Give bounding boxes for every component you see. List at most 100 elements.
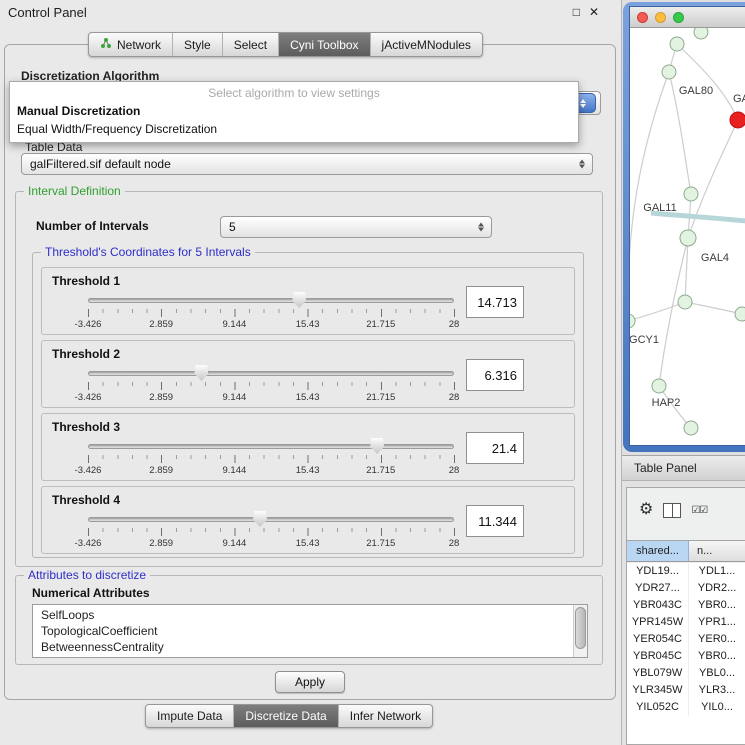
node-label: GCY1 (630, 334, 659, 346)
list-scrollbar[interactable] (573, 605, 587, 657)
cell[interactable]: YER054C (627, 631, 689, 648)
apply-button[interactable]: Apply (275, 671, 345, 693)
network-node[interactable] (684, 421, 698, 435)
tab-discretize-data[interactable]: Discretize Data (233, 705, 337, 727)
cell[interactable]: YIL0... (689, 699, 745, 716)
tab-jactivemnodules[interactable]: jActiveMNodules (370, 33, 482, 56)
select-columns-icon[interactable] (663, 503, 681, 518)
cell[interactable]: YIL052C (627, 699, 689, 716)
table-row[interactable]: YBL079WYBL0... (627, 665, 745, 682)
slider-scale: -3.4262.8599.14415.4321.71528 (88, 319, 454, 331)
column-header-shared-name[interactable]: shared... (627, 541, 689, 561)
checkbox-filter-icon[interactable]: ☑☑ (691, 505, 707, 516)
table-row[interactable]: YIL052CYIL0... (627, 699, 745, 716)
table-row[interactable]: YBR045CYBR0... (627, 648, 745, 665)
network-node-gcy1[interactable] (630, 314, 635, 328)
list-item-topologicalcoefficient[interactable]: TopologicalCoefficient (33, 623, 587, 639)
network-node-gal11[interactable] (684, 187, 698, 201)
right-panel: GAL80 GA GAL11 GAL4 GCY1 HAP2 Table Pane… (622, 0, 745, 745)
network-node[interactable] (678, 295, 692, 309)
threshold-1-slider[interactable] (88, 298, 454, 303)
cell[interactable]: YPR1... (689, 614, 745, 631)
selected-red-node[interactable] (730, 112, 745, 128)
threshold-4-panel: Threshold 4 -3.4262.8599.14415.4321.7152… (41, 486, 575, 554)
cell[interactable]: YBL0... (689, 665, 745, 682)
network-node-gal4[interactable] (680, 230, 696, 246)
slider-scale-label: 2.859 (149, 465, 173, 476)
network-canvas[interactable]: GAL80 GA GAL11 GAL4 GCY1 HAP2 (630, 28, 745, 445)
cell[interactable]: YBR0... (689, 648, 745, 665)
cell[interactable]: YBR045C (627, 648, 689, 665)
top-tabstrip: Network Style Select Cyni Toolbox jActiv… (88, 32, 483, 57)
table-row[interactable]: YPR145WYPR1... (627, 614, 745, 631)
slider-tick-marks (88, 455, 455, 463)
slider-scale: -3.4262.8599.14415.4321.71528 (88, 465, 454, 477)
table-panel-header: Table Panel (622, 455, 745, 481)
close-panel-icon[interactable]: ✕ (589, 5, 599, 26)
table-row[interactable]: YBR043CYBR0... (627, 597, 745, 614)
table-row[interactable]: YDL19...YDL1... (627, 563, 745, 580)
cell[interactable]: YDL19... (627, 563, 689, 580)
slider-scale-label: 28 (449, 392, 460, 403)
slider-scale-label: 9.144 (223, 319, 247, 330)
threshold-1-value-field[interactable]: 14.713 (466, 286, 524, 318)
network-node-hap2[interactable] (652, 379, 666, 393)
cell[interactable]: YBR043C (627, 597, 689, 614)
slider-scale-label: 15.43 (296, 538, 320, 549)
threshold-3-value-field[interactable]: 21.4 (466, 432, 524, 464)
tab-cyni-toolbox[interactable]: Cyni Toolbox (278, 33, 369, 56)
table-row[interactable]: YLR345WYLR3... (627, 682, 745, 699)
table-rows: YDL19...YDL1... YDR27...YDR2... YBR043CY… (627, 563, 745, 744)
table-column-headers: shared... n... (627, 540, 745, 562)
float-window-icon[interactable]: □ (573, 5, 580, 26)
zoom-window-icon[interactable] (673, 12, 684, 23)
table-data-combobox[interactable]: galFiltered.sif default node (21, 153, 593, 175)
gear-icon[interactable]: ⚙ (639, 502, 653, 518)
cell[interactable]: YLR345W (627, 682, 689, 699)
dropdown-option-equal-width-frequency[interactable]: Equal Width/Frequency Discretization (10, 120, 578, 138)
column-header-name[interactable]: n... (689, 541, 745, 561)
tab-impute-data[interactable]: Impute Data (146, 705, 233, 727)
list-item-selfloops[interactable]: SelfLoops (33, 607, 587, 623)
slider-tick-marks (88, 528, 455, 536)
cell[interactable]: YDR2... (689, 580, 745, 597)
list-item-betweennesscentrality[interactable]: BetweennessCentrality (33, 639, 587, 655)
threshold-3-slider-thumb[interactable] (370, 438, 384, 454)
cell[interactable]: YBR0... (689, 597, 745, 614)
threshold-2-value-field[interactable]: 6.316 (466, 359, 524, 391)
cell[interactable]: YDR27... (627, 580, 689, 597)
threshold-4-value-field[interactable]: 11.344 (466, 505, 524, 537)
network-node[interactable] (694, 28, 708, 39)
threshold-1-label: Threshold 1 (52, 274, 120, 288)
tab-infer-network[interactable]: Infer Network (338, 705, 432, 727)
cell[interactable]: YBL079W (627, 665, 689, 682)
cell[interactable]: YLR3... (689, 682, 745, 699)
table-row[interactable]: YER054CYER0... (627, 631, 745, 648)
number-of-intervals-combobox[interactable]: 5 (220, 216, 492, 238)
scrollbar-thumb[interactable] (575, 607, 586, 649)
tab-select[interactable]: Select (222, 33, 278, 56)
threshold-4-slider[interactable] (88, 517, 454, 522)
tab-network[interactable]: Network (89, 33, 172, 56)
slider-scale-label: 21.715 (366, 392, 395, 403)
threshold-4-slider-thumb[interactable] (253, 511, 267, 527)
close-window-icon[interactable] (637, 12, 648, 23)
threshold-3-slider[interactable] (88, 444, 454, 449)
slider-scale: -3.4262.8599.14415.4321.71528 (88, 392, 454, 404)
dropdown-option-manual-discretization[interactable]: Manual Discretization (10, 102, 578, 120)
minimize-window-icon[interactable] (655, 12, 666, 23)
cell[interactable]: YPR145W (627, 614, 689, 631)
algorithm-dropdown-popup: Select algorithm to view settings Manual… (9, 81, 579, 143)
network-node[interactable] (670, 37, 684, 51)
node-label: GAL80 (679, 85, 713, 97)
node-label: GAL11 (643, 202, 676, 214)
network-node-gal80[interactable] (662, 65, 676, 79)
network-node[interactable] (735, 307, 745, 321)
threshold-2-slider[interactable] (88, 371, 454, 376)
threshold-1-slider-thumb[interactable] (292, 292, 306, 308)
cell[interactable]: YDL1... (689, 563, 745, 580)
threshold-2-slider-thumb[interactable] (194, 365, 208, 381)
cell[interactable]: YER0... (689, 631, 745, 648)
table-row[interactable]: YDR27...YDR2... (627, 580, 745, 597)
tab-style[interactable]: Style (172, 33, 222, 56)
